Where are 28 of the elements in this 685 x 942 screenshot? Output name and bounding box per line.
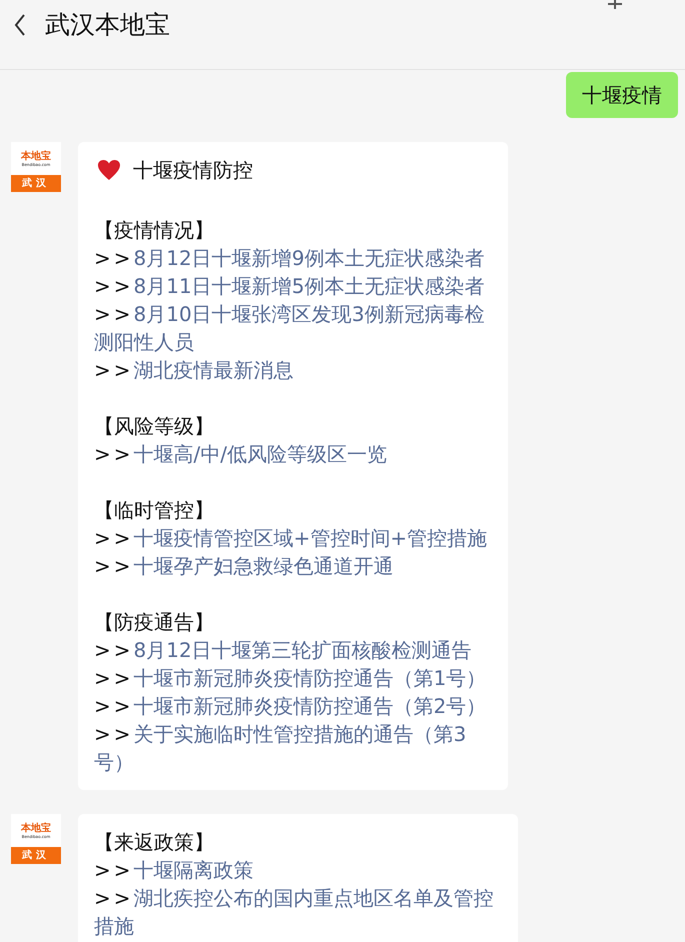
article-link[interactable]: >>十堰高/中/低风险等级区一览 bbox=[94, 440, 492, 468]
logo-city: 武汉 bbox=[11, 175, 61, 192]
article-link[interactable]: >>关于实施临时性管控措施的通告（第3号） bbox=[94, 720, 492, 776]
article-link[interactable]: >>8月12日十堰新增9例本土无症状感染者 bbox=[94, 244, 492, 272]
logo-brand: 本地宝 bbox=[21, 150, 51, 162]
article-link[interactable]: >>8月12日十堰第三轮扩面核酸检测通告 bbox=[94, 636, 492, 664]
plus-icon[interactable] bbox=[607, 0, 623, 10]
chat-title: 武汉本地宝 bbox=[45, 9, 170, 41]
article-link[interactable]: >>8月10日十堰张湾区发现3例新冠病毒检测阳性人员 bbox=[94, 300, 492, 356]
article-link[interactable]: >>十堰疫情管控区域+管控时间+管控措施 bbox=[94, 524, 492, 552]
heart-icon bbox=[97, 159, 121, 181]
section-heading: 【疫情情况】 bbox=[94, 218, 214, 242]
section-heading: 【临时管控】 bbox=[94, 498, 214, 522]
back-icon[interactable] bbox=[14, 14, 26, 36]
message-title: 十堰疫情防控 bbox=[133, 157, 253, 184]
sent-message-bubble: 十堰疫情 bbox=[566, 72, 678, 118]
article-link[interactable]: >>8月11日十堰新增5例本土无症状感染者 bbox=[94, 272, 492, 300]
article-link[interactable]: >>十堰市新冠肺炎疫情防控通告（第2号） bbox=[94, 692, 492, 720]
article-link[interactable]: >>十堰隔离政策 bbox=[94, 856, 502, 884]
article-link[interactable]: >>湖北疾控公布的国内重点地区名单及管控措施 bbox=[94, 884, 502, 940]
logo-city: 武汉 bbox=[11, 847, 61, 864]
article-link[interactable]: >>十堰市新冠肺炎疫情防控通告（第1号） bbox=[94, 664, 492, 692]
section-heading: 【来返政策】 bbox=[94, 830, 214, 854]
article-link[interactable]: >>十堰孕产妇急救绿色通道开通 bbox=[94, 552, 492, 580]
section-heading: 【风险等级】 bbox=[94, 414, 214, 438]
article-link[interactable]: >>湖北疫情最新消息 bbox=[94, 356, 492, 384]
section-heading: 【防疫通告】 bbox=[94, 610, 214, 634]
logo-brand: 本地宝 bbox=[21, 822, 51, 834]
